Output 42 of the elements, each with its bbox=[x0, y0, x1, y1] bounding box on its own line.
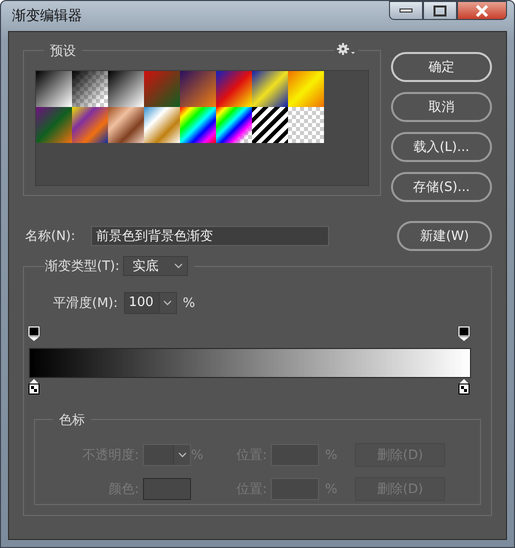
gradient-swatch[interactable] bbox=[72, 107, 108, 143]
percent-label: % bbox=[324, 482, 338, 496]
gradient-swatch[interactable] bbox=[288, 71, 324, 107]
gradient-swatch[interactable] bbox=[216, 107, 252, 143]
gradient-swatch[interactable] bbox=[144, 71, 180, 107]
cancel-button[interactable]: 取消 bbox=[391, 92, 492, 122]
save-button[interactable]: 存储(S)... bbox=[391, 172, 492, 202]
name-label: 名称(N): bbox=[24, 228, 76, 245]
percent-label: % bbox=[182, 296, 196, 310]
gradient-swatch[interactable] bbox=[216, 71, 252, 107]
gradient-swatch[interactable] bbox=[108, 71, 144, 107]
gradient-swatch[interactable] bbox=[288, 107, 324, 143]
ok-button[interactable]: 确定 bbox=[391, 52, 492, 82]
gradient-swatch[interactable] bbox=[72, 71, 108, 107]
gradient-swatch[interactable] bbox=[144, 107, 180, 143]
chevron-down-icon bbox=[174, 263, 184, 269]
color-stops-label: 色标 bbox=[53, 411, 91, 429]
maximize-button[interactable] bbox=[423, 1, 457, 20]
gradient-swatch[interactable] bbox=[180, 107, 216, 143]
gradient-swatch[interactable] bbox=[252, 71, 288, 107]
gradient-swatch[interactable] bbox=[36, 71, 72, 107]
minimize-button[interactable] bbox=[389, 1, 423, 20]
close-icon bbox=[475, 4, 489, 16]
gradient-swatch[interactable] bbox=[36, 107, 72, 143]
window-title: 渐变编辑器 bbox=[11, 7, 82, 25]
gradient-swatch[interactable] bbox=[180, 71, 216, 107]
color-swatch-field bbox=[143, 478, 191, 500]
gradient-swatch[interactable] bbox=[252, 107, 288, 143]
name-field[interactable]: 前景色到背景色渐变 bbox=[91, 226, 329, 246]
percent-label: % bbox=[191, 448, 204, 462]
maximize-icon bbox=[433, 4, 447, 16]
minimize-icon bbox=[399, 8, 413, 13]
new-button[interactable]: 新建(W) bbox=[397, 221, 492, 251]
close-button[interactable] bbox=[457, 1, 507, 20]
gradient-swatch[interactable] bbox=[108, 107, 144, 143]
chevron-down-icon bbox=[178, 452, 187, 458]
load-button[interactable]: 载入(L)... bbox=[391, 132, 492, 162]
percent-label: % bbox=[324, 448, 338, 462]
gradient-type-label: 渐变类型(T): bbox=[45, 258, 120, 275]
smoothness-label: 平滑度(M): bbox=[53, 295, 118, 312]
presets-label: 预设 bbox=[44, 42, 82, 60]
gradient-type-dropdown[interactable]: 实底 bbox=[123, 256, 188, 276]
